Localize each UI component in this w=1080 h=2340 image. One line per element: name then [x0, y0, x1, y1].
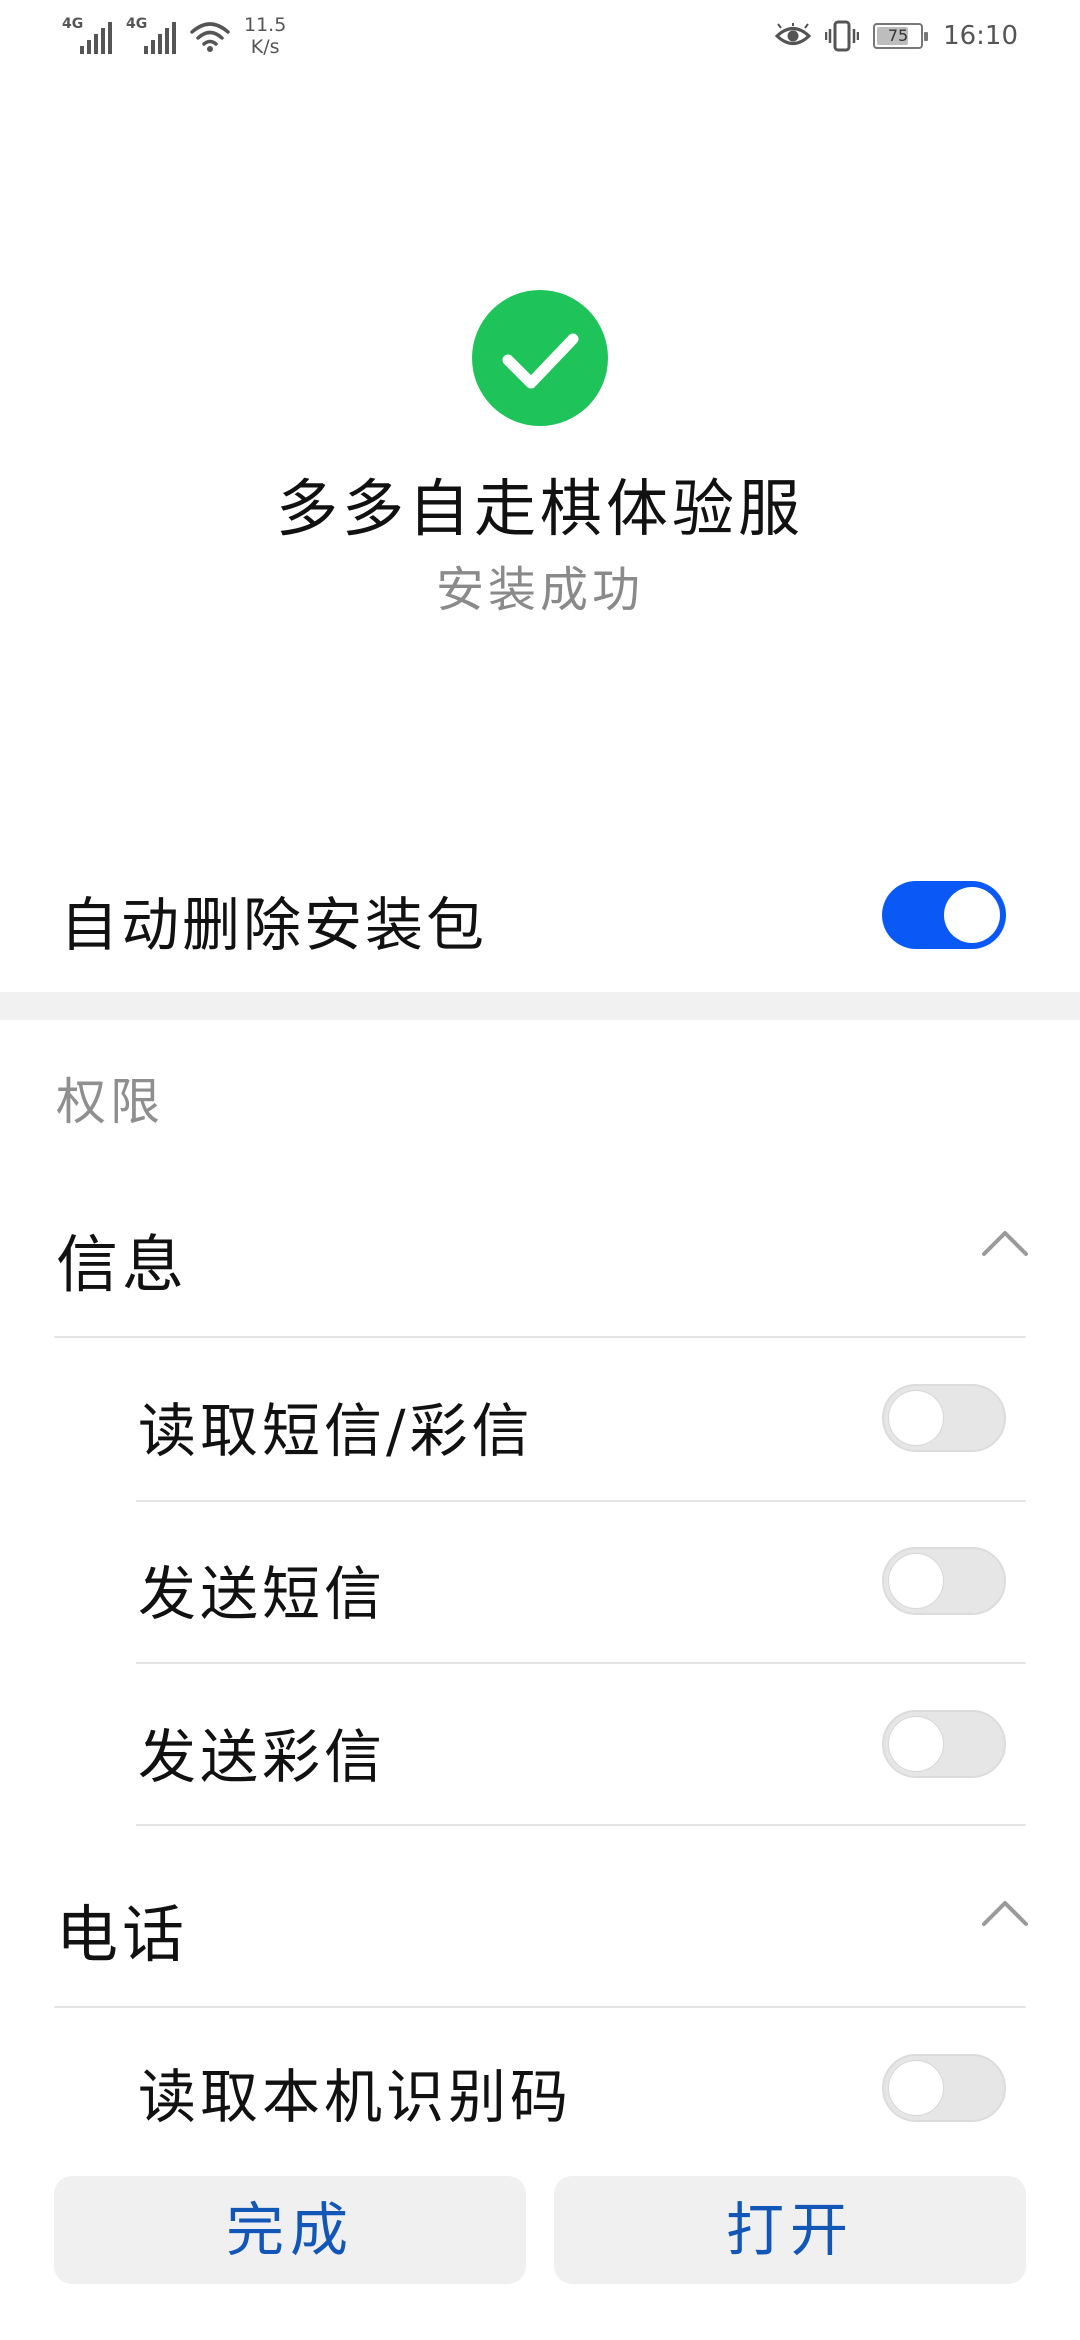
divider	[136, 1824, 1026, 1826]
toggle-knob	[888, 1390, 944, 1446]
status-bar-left: 4G 4G 11.5 K/s	[62, 14, 286, 58]
network-speed-value: 11.5	[244, 14, 287, 36]
permission-label: 发送短信	[138, 1560, 387, 1628]
battery-icon: 75	[873, 23, 929, 49]
bottom-action-bar: 完成 打开	[0, 2176, 1080, 2286]
eye-icon	[775, 23, 812, 45]
permission-group-phone[interactable]: 电话	[0, 1866, 1080, 1971]
auto-delete-row[interactable]: 自动删除安装包	[0, 870, 1080, 960]
network-speed-unit: K/s	[250, 36, 280, 58]
toggle-knob	[888, 1553, 944, 1609]
status-bar: 4G 4G 11.5 K/s 75 16:10	[0, 0, 1080, 72]
chevron-up-icon[interactable]	[980, 1224, 1030, 1264]
vibrate-icon	[825, 20, 860, 52]
toggle-knob	[944, 887, 1000, 943]
signal-icon: 4G	[126, 14, 180, 54]
wifi-icon	[190, 22, 230, 52]
toggle-knob	[888, 2060, 944, 2116]
check-circle-icon	[472, 290, 608, 426]
permission-label: 读取本机识别码	[138, 2063, 573, 2131]
chevron-up-icon[interactable]	[980, 1894, 1030, 1934]
open-button[interactable]: 打开	[554, 2176, 1026, 2284]
permission-group-label: 信息	[56, 1228, 189, 1301]
auto-delete-toggle[interactable]	[882, 881, 1006, 949]
install-status: 安装成功	[435, 562, 644, 618]
done-button[interactable]: 完成	[54, 2176, 526, 2284]
network-speed: 11.5 K/s	[244, 14, 286, 58]
permission-label: 读取短信/彩信	[138, 1397, 534, 1465]
permission-row-send-mms[interactable]: 发送彩信	[0, 1664, 1080, 1826]
status-bar-right: 75 16:10	[775, 20, 1018, 52]
permission-label: 发送彩信	[138, 1723, 387, 1791]
toggle-knob	[888, 1716, 944, 1772]
permission-toggle[interactable]	[882, 1547, 1006, 1615]
permission-row-send-sms[interactable]: 发送短信	[0, 1501, 1080, 1663]
battery-percent: 75	[887, 26, 909, 45]
section-divider	[0, 992, 1080, 1020]
permission-row-read-device-id[interactable]: 读取本机识别码	[0, 2008, 1080, 2170]
permission-group-sms[interactable]: 信息	[0, 1196, 1080, 1301]
app-name: 多多自走棋体验服	[275, 472, 804, 545]
permission-group-label: 电话	[56, 1898, 189, 1971]
permissions-section-title: 权限	[56, 1073, 164, 1131]
permission-toggle[interactable]	[882, 1710, 1006, 1778]
auto-delete-label: 自动删除安装包	[60, 891, 488, 959]
permission-toggle[interactable]	[882, 2054, 1006, 2122]
permission-toggle[interactable]	[882, 1384, 1006, 1452]
permission-row-read-sms[interactable]: 读取短信/彩信	[0, 1338, 1080, 1500]
status-time: 16:10	[943, 21, 1018, 51]
signal-icon: 4G	[62, 14, 116, 54]
